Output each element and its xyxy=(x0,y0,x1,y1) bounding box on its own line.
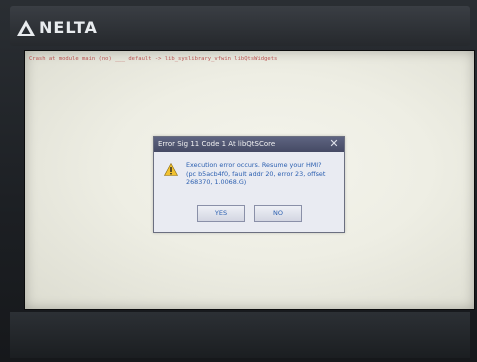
message-line-3: 268370, 1.0068.G) xyxy=(186,178,247,186)
message-line-2: (pc b5acb4f0, fault addr 20, error 23, o… xyxy=(186,169,326,178)
dialog-message: Execution error occurs. Resume your HMI?… xyxy=(186,161,336,187)
message-line-1: Execution error occurs. Resume your HMI? xyxy=(186,161,322,169)
hmi-screen: Crash at module main (no) ___ default ->… xyxy=(24,50,475,310)
status-line: Crash at module main (no) ___ default ->… xyxy=(29,56,278,62)
brand-logo: NELTA xyxy=(16,18,98,37)
error-dialog: Error Sig 11 Code 1 At libQtSCore ✕ Exec… xyxy=(153,136,345,233)
yes-button[interactable]: YES xyxy=(197,205,245,222)
close-icon[interactable]: ✕ xyxy=(328,138,340,150)
dialog-title: Error Sig 11 Code 1 At libQtSCore xyxy=(154,137,344,152)
warning-icon xyxy=(164,163,178,176)
delta-logo-icon xyxy=(17,19,35,36)
no-button[interactable]: NO xyxy=(254,205,302,222)
hmi-device: NELTA Crash at module main (no) ___ defa… xyxy=(0,0,477,362)
bottom-bezel xyxy=(10,312,470,358)
brand-name: NELTA xyxy=(39,18,98,37)
